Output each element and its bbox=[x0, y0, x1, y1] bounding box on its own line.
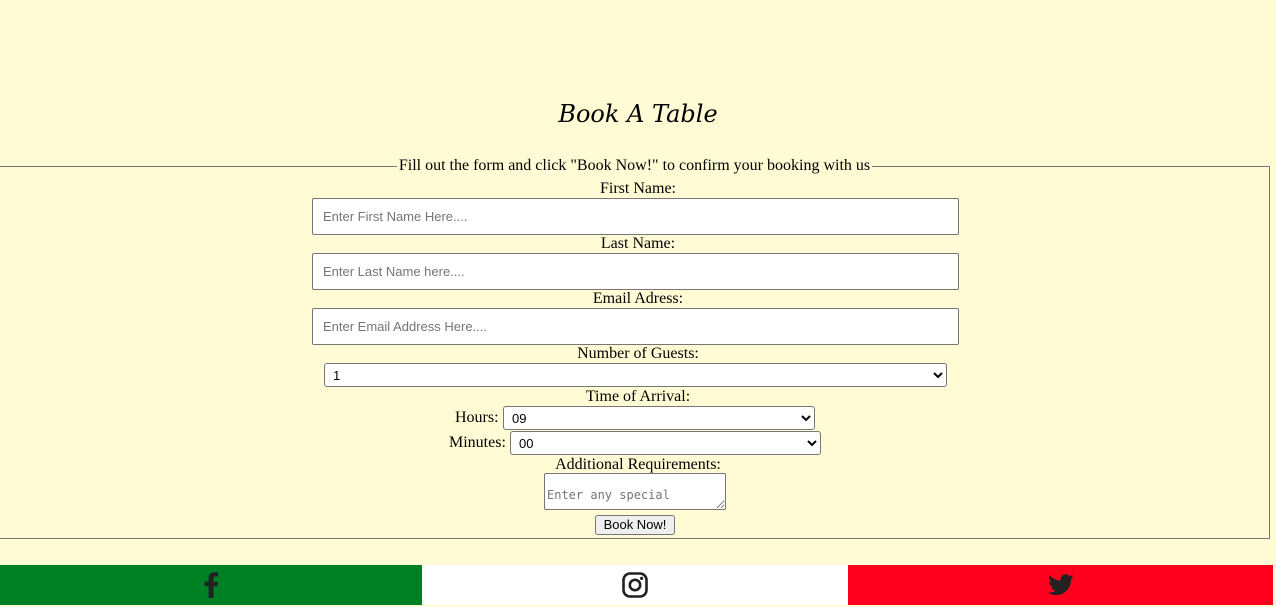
minutes-select[interactable]: 00 bbox=[510, 431, 821, 455]
hours-label: Hours: bbox=[455, 409, 499, 426]
requirements-label: Additional Requirements: bbox=[555, 456, 721, 473]
twitter-icon bbox=[1047, 574, 1074, 596]
minutes-label: Minutes: bbox=[449, 434, 506, 451]
requirements-textarea[interactable] bbox=[544, 473, 726, 510]
email-input[interactable] bbox=[312, 308, 959, 345]
email-label: Email Adress: bbox=[592, 290, 684, 307]
last-name-input[interactable] bbox=[312, 253, 959, 290]
hours-select[interactable]: 09 bbox=[503, 406, 815, 430]
first-name-label: First Name: bbox=[600, 180, 676, 197]
last-name-label: Last Name: bbox=[600, 235, 676, 252]
guests-select[interactable]: 1 bbox=[324, 363, 947, 387]
facebook-link[interactable] bbox=[0, 565, 422, 605]
twitter-link[interactable] bbox=[848, 565, 1273, 605]
form-legend: Fill out the form and click "Book Now!" … bbox=[398, 157, 871, 174]
book-now-button[interactable]: Book Now! bbox=[595, 515, 675, 535]
facebook-icon bbox=[204, 572, 218, 598]
instagram-link[interactable] bbox=[422, 565, 848, 605]
first-name-input[interactable] bbox=[312, 198, 959, 235]
arrival-label: Time of Arrival: bbox=[585, 388, 691, 405]
guests-label: Number of Guests: bbox=[577, 345, 699, 362]
page-title: Book A Table bbox=[558, 100, 718, 128]
instagram-icon bbox=[622, 572, 648, 598]
